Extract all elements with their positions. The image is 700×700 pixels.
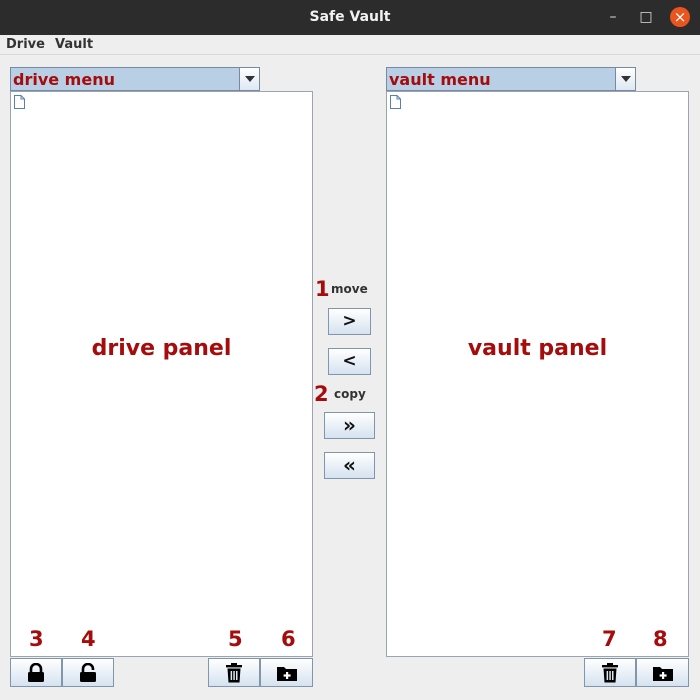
annotation-3: 3 [29,627,44,651]
delete-button[interactable] [208,658,260,687]
chevron-down-icon[interactable] [239,68,259,90]
annotation-6: 6 [281,627,296,651]
lock-icon [28,662,44,682]
annotation-7: 7 [602,627,617,651]
move-label: move [331,282,368,296]
close-button[interactable]: × [670,7,690,27]
chevron-down-icon[interactable] [615,68,635,90]
folder-plus-icon [276,666,297,681]
move-left-button[interactable]: < [328,348,371,375]
file-icon [14,95,25,109]
annotation-5: 5 [228,627,243,651]
copy-label: copy [334,387,366,401]
annotation-1: 1 [315,277,330,301]
vault-menu-dropdown[interactable]: vault menu [386,67,636,91]
vault-menu-label: vault menu [389,70,491,89]
file-icon [390,95,401,109]
new-folder-button[interactable] [260,658,313,687]
lock-button[interactable] [10,658,62,687]
drive-panel-label: drive panel [91,336,232,361]
menu-drive[interactable]: Drive [6,37,45,52]
folder-plus-icon [652,666,673,681]
menu-vault[interactable]: Vault [55,37,93,52]
annotation-2: 2 [314,382,329,406]
title-bar: Safe Vault – □ × [0,0,700,35]
arrow-right-icon: > [342,311,357,331]
copy-left-button[interactable]: « [324,452,375,479]
menu-bar: Drive Vault [0,35,700,55]
vault-panel-label: vault panel [467,336,608,361]
vault-panel[interactable]: vault panel [386,91,689,657]
maximize-button[interactable]: □ [636,7,656,27]
unlock-button[interactable] [62,658,114,687]
trash-icon [602,662,618,682]
arrow-left-icon: < [342,351,357,371]
trash-icon [226,662,242,682]
double-arrow-left-icon: « [343,453,356,477]
double-arrow-right-icon: » [343,413,356,437]
vault-delete-button[interactable] [584,658,636,687]
minimize-button[interactable]: – [603,7,623,27]
unlock-icon [80,662,96,682]
copy-right-button[interactable]: » [324,412,375,439]
annotation-4: 4 [81,627,96,651]
drive-menu-dropdown[interactable]: drive menu [10,67,260,91]
move-right-button[interactable]: > [328,308,371,335]
vault-new-folder-button[interactable] [636,658,689,687]
annotation-8: 8 [653,627,668,651]
drive-panel[interactable]: drive panel [10,91,313,657]
drive-menu-label: drive menu [13,70,115,89]
window-title: Safe Vault [309,9,391,25]
